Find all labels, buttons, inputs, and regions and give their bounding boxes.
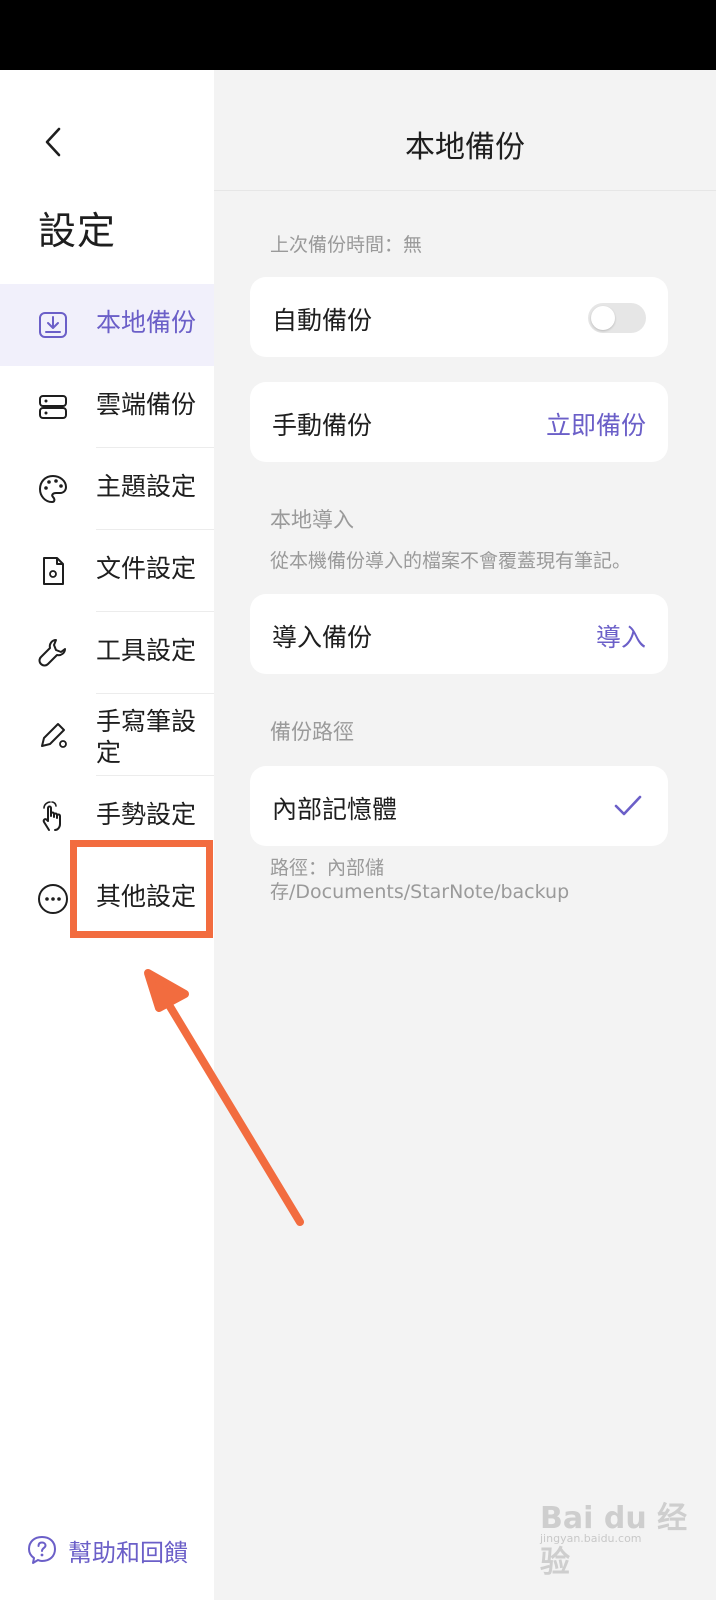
sidebar: 設定 本地備份 雲端備份 主題設定 文件設定 工具設定 手寫筆設定 手勢設定 其… xyxy=(0,70,214,1600)
main-panel: 本地備份 上次備份時間：無 自動備份 手動備份 立即備份 本地導入 從本機備份導… xyxy=(214,70,716,1600)
toggle-knob xyxy=(591,306,615,330)
back-button[interactable] xyxy=(36,122,70,162)
local-import-title: 本地導入 xyxy=(270,508,354,532)
sidebar-item-label: 主題設定 xyxy=(96,472,197,501)
watermark-url: jingyan.baidu.com xyxy=(540,1532,642,1545)
sidebar-item-document[interactable]: 文件設定 xyxy=(0,530,214,612)
sidebar-item-theme[interactable]: 主題設定 xyxy=(0,448,214,530)
sidebar-item-label: 文件設定 xyxy=(96,554,197,583)
import-backup-label: 導入備份 xyxy=(272,623,373,652)
pen-settings-icon xyxy=(41,723,67,748)
sidebar-item-label: 手勢設定 xyxy=(96,800,197,829)
page-title: 本地備份 xyxy=(405,130,525,165)
chevron-left-icon xyxy=(45,127,61,157)
help-label: 幫助和回饋 xyxy=(68,1538,188,1567)
auto-backup-toggle[interactable] xyxy=(588,303,646,333)
sidebar-item-local-backup[interactable]: 本地備份 xyxy=(0,284,214,366)
help-feedback-link[interactable]: 幫助和回饋 xyxy=(26,1530,188,1570)
local-import-subtitle: 從本機備份導入的檔案不會覆蓋現有筆記。 xyxy=(270,550,632,572)
divider xyxy=(214,190,716,191)
palette-icon xyxy=(39,475,67,503)
auto-backup-row: 自動備份 xyxy=(250,277,668,357)
more-dots-icon xyxy=(38,884,68,914)
highlight-box xyxy=(70,840,213,938)
settings-title: 設定 xyxy=(38,209,117,253)
sidebar-item-pen[interactable]: 手寫筆設定 xyxy=(0,694,214,776)
internal-storage-option[interactable]: 內部記憶體 xyxy=(250,766,668,846)
sidebar-item-tools[interactable]: 工具設定 xyxy=(0,612,214,694)
manual-backup-row: 手動備份 立即備份 xyxy=(250,382,668,462)
internal-storage-label: 內部記憶體 xyxy=(272,795,398,824)
cloud-backup-icon xyxy=(39,395,67,419)
sidebar-item-label: 手寫筆設定 xyxy=(96,707,197,767)
local-backup-icon xyxy=(39,312,67,338)
import-backup-row: 導入備份 導入 xyxy=(250,594,668,674)
import-button[interactable]: 導入 xyxy=(596,618,646,654)
sidebar-item-label: 工具設定 xyxy=(96,636,197,665)
sidebar-item-label: 雲端備份 xyxy=(96,390,197,419)
backup-path-title: 備份路徑 xyxy=(270,720,354,744)
backup-now-button[interactable]: 立即備份 xyxy=(546,406,646,442)
backup-path-note: 路徑：內部儲存/Documents/StarNote/backup xyxy=(270,857,570,903)
manual-backup-label: 手動備份 xyxy=(272,411,373,440)
help-question-icon xyxy=(28,1536,56,1564)
sidebar-item-label: 本地備份 xyxy=(96,308,197,337)
status-bar xyxy=(0,0,716,70)
sidebar-item-cloud-backup[interactable]: 雲端備份 xyxy=(0,366,214,448)
document-settings-icon xyxy=(43,557,64,585)
checkmark-icon xyxy=(614,795,642,816)
wrench-icon xyxy=(38,639,66,667)
last-backup-time: 上次備份時間：無 xyxy=(270,234,423,256)
auto-backup-label: 自動備份 xyxy=(272,306,373,335)
gesture-hand-icon xyxy=(42,801,61,831)
